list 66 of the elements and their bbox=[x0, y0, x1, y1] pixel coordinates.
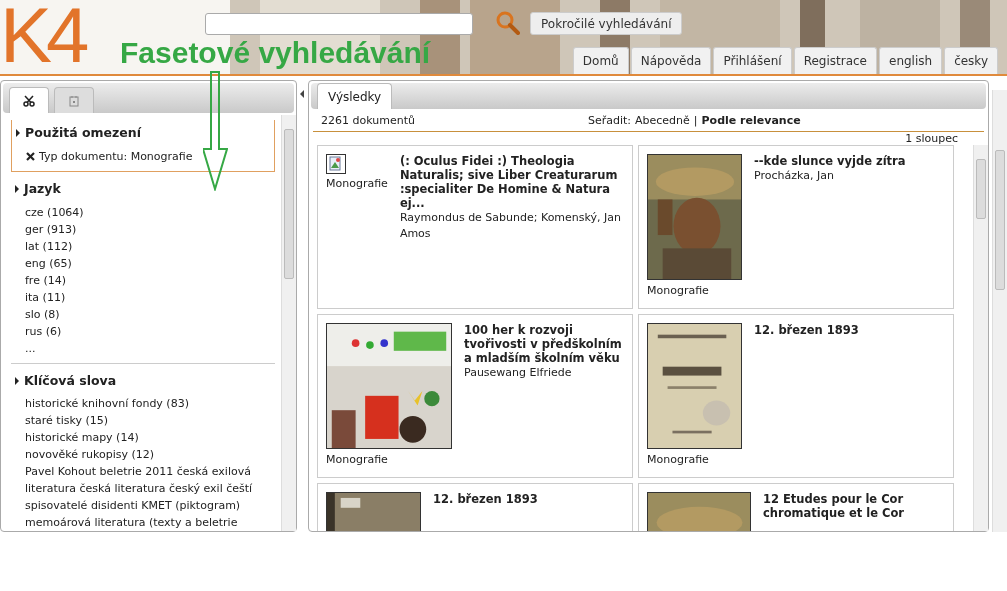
document-type: Monografie bbox=[326, 175, 388, 192]
facet-link[interactable]: slo (8) bbox=[15, 305, 271, 323]
facet-link[interactable]: novověké rukopisy (12) bbox=[15, 446, 271, 464]
sidebar-tab[interactable] bbox=[9, 87, 49, 113]
result-count: 2261 dokumentů bbox=[321, 113, 415, 129]
sort-label: Seřadit: bbox=[587, 113, 632, 129]
remove-icon[interactable] bbox=[26, 151, 35, 161]
facet-link[interactable]: staré tisky (15) bbox=[15, 412, 271, 430]
advanced-search-button[interactable]: Pokročilé vyhledávání bbox=[530, 12, 683, 35]
calendar-icon bbox=[68, 94, 80, 107]
sort-link[interactable]: Abecedně bbox=[635, 113, 690, 130]
result-card[interactable]: 12. březen 1893 bbox=[317, 482, 633, 531]
facet-link[interactable]: ... bbox=[15, 339, 271, 357]
result-title[interactable]: 100 her k rozvoji tvořivosti v předškolním a mladším školním věku bbox=[464, 322, 624, 365]
nav-tab[interactable]: česky bbox=[944, 47, 998, 74]
document-type: Monografie bbox=[647, 283, 709, 299]
result-author: Raymondus de Sabunde; Komenský, Jan Amos bbox=[399, 210, 622, 242]
scrollbar[interactable] bbox=[281, 115, 296, 531]
nav-tab[interactable]: Domů bbox=[572, 47, 629, 74]
facet-link[interactable]: historické knihovní fondy (83) bbox=[15, 395, 271, 413]
separator: | bbox=[693, 113, 698, 129]
result-title[interactable]: (: Oculus Fidei :) Theologia Naturalis; sive Liber Creaturarum :specialiter De Homine & Natura ej... bbox=[399, 153, 624, 210]
nav-tab[interactable]: Registrace bbox=[793, 47, 877, 74]
result-author: Pausewang Elfriede bbox=[464, 364, 573, 381]
document-type: Monografie bbox=[326, 452, 388, 468]
document-icon bbox=[326, 153, 346, 174]
facet-link[interactable]: cze (1064) bbox=[15, 203, 271, 221]
facet-link[interactable]: Pavel Kohout beletrie 2011 česká exilová literatura česká literatura český exil čeští spisovatelé disidenti KMET (piktogram) bbox=[15, 463, 271, 515]
scissors-icon bbox=[23, 94, 35, 107]
collapse-icon[interactable] bbox=[300, 90, 305, 98]
result-title[interactable]: --kde slunce vyjde zítra bbox=[754, 153, 906, 168]
facet-link[interactable]: fre (14) bbox=[15, 271, 271, 289]
facet-link[interactable]: historické mapy (14) bbox=[15, 429, 271, 447]
expand-icon[interactable] bbox=[16, 129, 20, 138]
facet-link[interactable]: memoárová literatura (texty a beletrie bbox=[15, 514, 271, 531]
column-toggle[interactable]: 1 sloupec bbox=[905, 131, 958, 145]
section-heading: Jazyk bbox=[24, 179, 61, 198]
results-tab[interactable]: Výsledky bbox=[317, 83, 393, 109]
result-author: Procházka, Jan bbox=[754, 167, 835, 184]
annotation-text: Fasetové vyhledávání bbox=[120, 36, 431, 70]
result-title[interactable]: 12 Etudes pour le Cor chromatique et le Cor bbox=[763, 491, 945, 520]
document-type: Monografie bbox=[647, 452, 709, 468]
sort-link[interactable]: Podle relevance bbox=[701, 113, 801, 130]
result-card[interactable]: Monografie 12. březen 1893 bbox=[638, 313, 954, 478]
facet-link[interactable]: ger (913) bbox=[15, 220, 271, 238]
nav-tab[interactable]: english bbox=[879, 47, 943, 74]
facet-link[interactable]: eng (65) bbox=[15, 254, 271, 272]
result-title[interactable]: 12. březen 1893 bbox=[433, 491, 538, 506]
facet-link[interactable]: lat (112) bbox=[15, 237, 271, 255]
expand-icon[interactable] bbox=[15, 376, 19, 385]
facet-link[interactable]: ita (11) bbox=[15, 288, 271, 306]
section-heading: Použitá omezení bbox=[25, 124, 141, 142]
nav-tab[interactable]: Nápověda bbox=[630, 47, 712, 74]
filter-label: Typ dokumentu: Monografie bbox=[39, 148, 193, 165]
scrollbar[interactable] bbox=[973, 144, 988, 531]
facet-link[interactable]: rus (6) bbox=[15, 322, 271, 340]
result-card[interactable]: Monografie (: Oculus Fidei :) Theologia Naturalis; sive Liber Creaturarum :specialiter De Homine & Natura ej... Raymondus de Sabunde; Komenský, Jan Amos bbox=[317, 144, 633, 309]
nav-tab[interactable]: Přihlášení bbox=[713, 47, 792, 74]
result-card[interactable]: Monografie --kde slunce vyjde zítra Procházka, Jan bbox=[638, 144, 954, 309]
result-title[interactable]: 12. březen 1893 bbox=[754, 322, 859, 337]
result-card[interactable]: 12 Etudes pour le Cor chromatique et le Cor bbox=[638, 482, 954, 531]
section-heading: Klíčová slova bbox=[24, 371, 117, 390]
search-field[interactable] bbox=[205, 13, 473, 35]
expand-icon[interactable] bbox=[15, 185, 19, 194]
scrollbar[interactable] bbox=[992, 90, 1007, 532]
result-card[interactable]: Monografie 100 her k rozvoji tvořivosti v předškolním a mladším školním věku Pausewang Elfriede bbox=[317, 313, 633, 478]
